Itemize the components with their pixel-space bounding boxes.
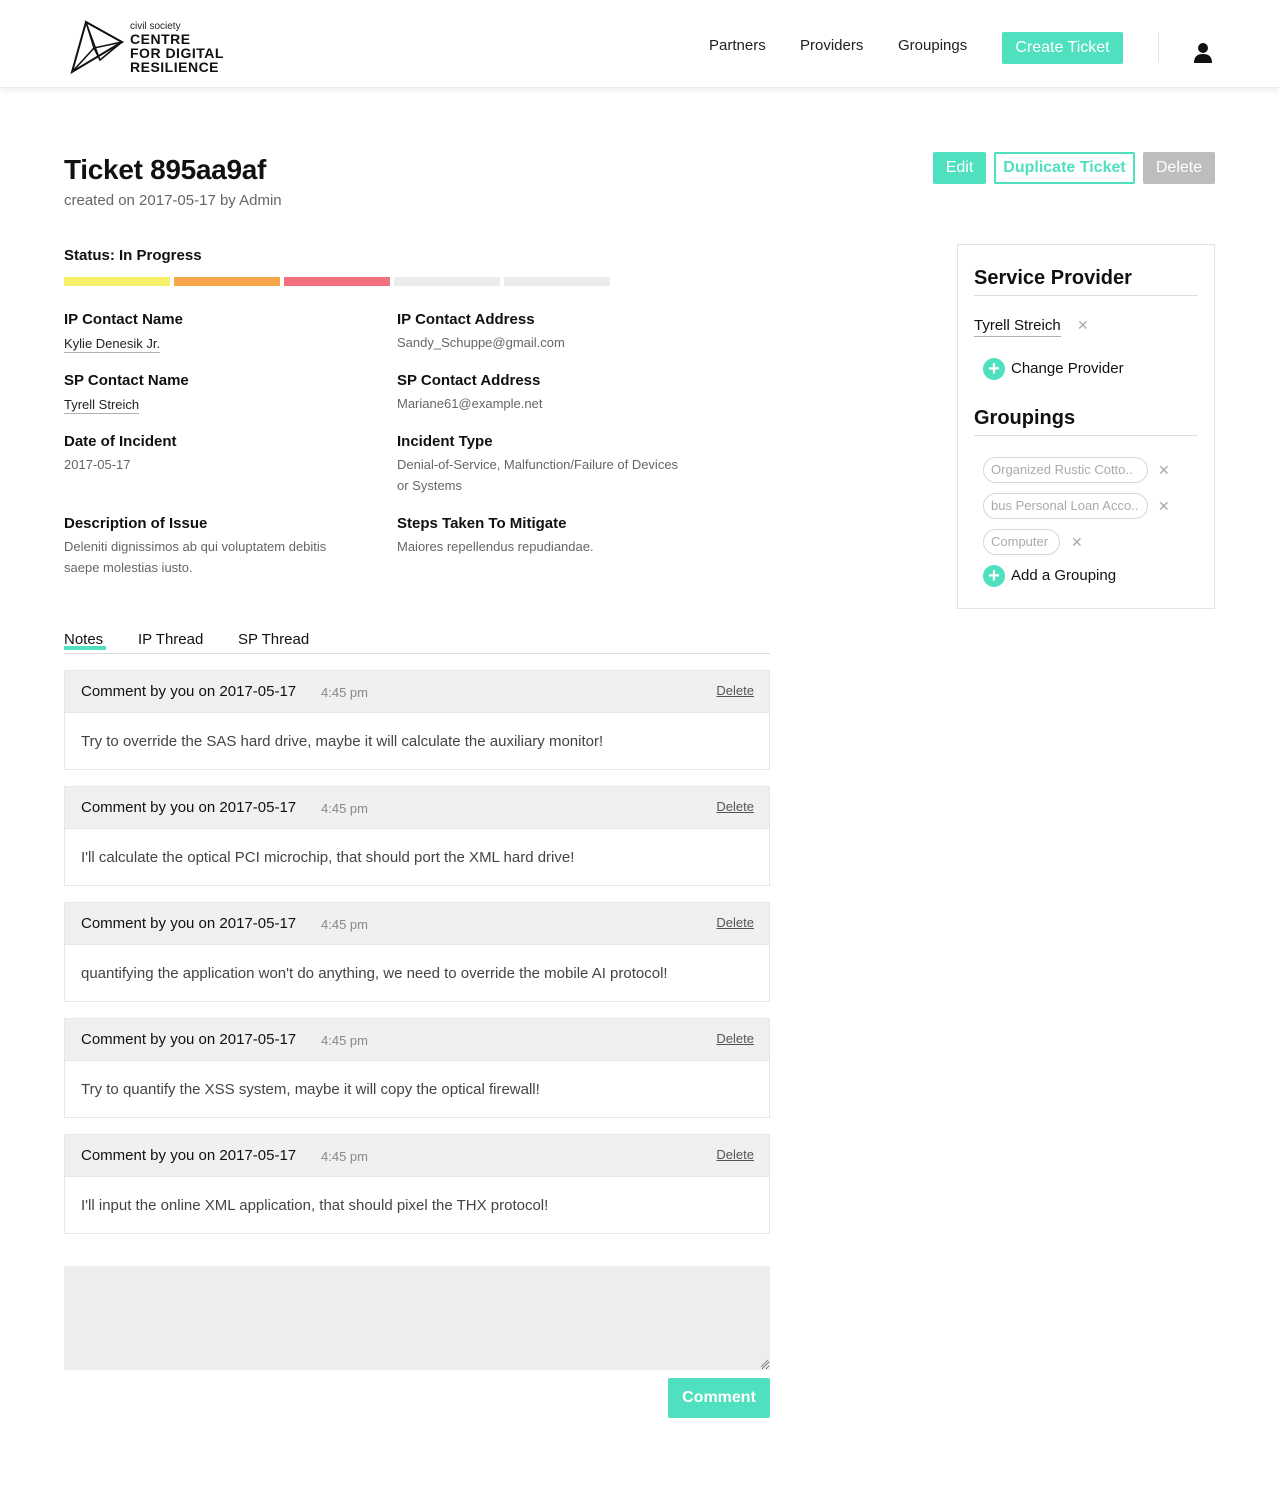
- incident-type-value-line-2: or Systems: [397, 478, 463, 493]
- brand-line-3: RESILIENCE: [130, 59, 220, 75]
- grouping-chip[interactable]: Computer: [983, 529, 1060, 555]
- divider: [974, 295, 1198, 296]
- comment-card: Comment by you on 2017-05-17 4:45 pm Del…: [64, 902, 770, 1002]
- grouping-chip[interactable]: Organized Rustic Cotto..: [983, 457, 1148, 483]
- comment-delete-link[interactable]: Delete: [716, 1147, 754, 1162]
- tab-ip-thread[interactable]: IP Thread: [138, 631, 203, 648]
- service-provider-heading: Service Provider: [974, 267, 1132, 289]
- top-navbar: civil society CENTRE FOR DIGITAL RESILIE…: [0, 0, 1279, 88]
- nav-groupings[interactable]: Groupings: [898, 37, 967, 54]
- comment-textarea[interactable]: [64, 1266, 770, 1370]
- comment-time: 4:45 pm: [321, 801, 368, 816]
- status-step-2: [174, 277, 280, 286]
- ticket-sidebar: Service Provider Tyrell Streich ✕ + Chan…: [957, 244, 1215, 609]
- edit-button[interactable]: Edit: [933, 152, 986, 184]
- logo-mark-icon: [70, 20, 125, 75]
- status-step-5: [504, 277, 610, 286]
- delete-ticket-button[interactable]: Delete: [1143, 152, 1215, 184]
- comment-text: Try to quantify the XSS system, maybe it…: [81, 1081, 540, 1098]
- active-tab-indicator: [64, 646, 106, 650]
- sp-contact-address-label: SP Contact Address: [397, 372, 541, 389]
- comment-text: I'll calculate the optical PCI microchip…: [81, 849, 575, 866]
- comment-text: quantifying the application won't do any…: [81, 965, 668, 982]
- comment-author: Comment by you on 2017-05-17: [81, 683, 297, 700]
- sp-contact-name-link[interactable]: Tyrell Streich: [64, 396, 140, 414]
- comment-text: Try to override the SAS hard drive, mayb…: [81, 733, 604, 750]
- nav-divider: [1158, 32, 1159, 62]
- comment-author: Comment by you on 2017-05-17: [81, 799, 297, 816]
- duplicate-ticket-button[interactable]: Duplicate Ticket: [994, 152, 1135, 184]
- date-of-incident-label: Date of Incident: [64, 433, 177, 450]
- status-step-3: [284, 277, 390, 286]
- comment-card: Comment by you on 2017-05-17 4:45 pm Del…: [64, 786, 770, 886]
- comment-time: 4:45 pm: [321, 1149, 368, 1164]
- comment-card: Comment by you on 2017-05-17 4:45 pm Del…: [64, 670, 770, 770]
- sp-contact-name-label: SP Contact Name: [64, 372, 189, 389]
- add-grouping-button[interactable]: Add a Grouping: [1011, 567, 1116, 584]
- groupings-heading: Groupings: [974, 407, 1076, 429]
- steps-taken-value: Maiores repellendus repudiandae.: [397, 539, 594, 554]
- ip-contact-address-label: IP Contact Address: [397, 311, 535, 328]
- ticket-meta: created on 2017-05-17 by Admin: [64, 192, 282, 209]
- date-of-incident-value: 2017-05-17: [64, 457, 131, 472]
- comment-time: 4:45 pm: [321, 917, 368, 932]
- tab-sp-thread[interactable]: SP Thread: [238, 631, 309, 648]
- add-icon[interactable]: +: [983, 358, 1005, 380]
- ip-contact-name-link[interactable]: Kylie Denesik Jr.: [64, 335, 161, 353]
- change-provider-button[interactable]: Change Provider: [1011, 360, 1124, 377]
- remove-grouping-icon[interactable]: ✕: [1158, 462, 1170, 479]
- comment-delete-link[interactable]: Delete: [716, 1031, 754, 1046]
- remove-provider-icon[interactable]: ✕: [1077, 317, 1089, 334]
- comment-card: Comment by you on 2017-05-17 4:45 pm Del…: [64, 1018, 770, 1118]
- comment-delete-link[interactable]: Delete: [716, 915, 754, 930]
- steps-taken-label: Steps Taken To Mitigate: [397, 515, 567, 532]
- description-label: Description of Issue: [64, 515, 208, 532]
- resize-grip-icon[interactable]: [759, 1358, 769, 1368]
- comment-header: Comment by you on 2017-05-17 4:45 pm Del…: [65, 1135, 769, 1177]
- create-ticket-button[interactable]: Create Ticket: [1002, 32, 1123, 64]
- description-value-line-1: Deleniti dignissimos ab qui voluptatem d…: [64, 539, 327, 554]
- comment-card: Comment by you on 2017-05-17 4:45 pm Del…: [64, 1134, 770, 1234]
- grouping-chip[interactable]: bus Personal Loan Acco..: [983, 493, 1148, 519]
- comment-delete-link[interactable]: Delete: [716, 683, 754, 698]
- remove-grouping-icon[interactable]: ✕: [1158, 498, 1170, 515]
- comment-header: Comment by you on 2017-05-17 4:45 pm Del…: [65, 903, 769, 945]
- brand-logo[interactable]: civil society CENTRE FOR DIGITAL RESILIE…: [70, 20, 230, 76]
- page-title: Ticket 895aa9af: [64, 154, 267, 185]
- status-step-4: [394, 277, 500, 286]
- status-label: Status: In Progress: [64, 247, 202, 264]
- nav-partners[interactable]: Partners: [709, 37, 766, 54]
- sp-contact-address-value: Mariane61@example.net: [397, 396, 543, 411]
- comment-time: 4:45 pm: [321, 685, 368, 700]
- status-step-1: [64, 277, 170, 286]
- ip-contact-name-label: IP Contact Name: [64, 311, 183, 328]
- comment-time: 4:45 pm: [321, 1033, 368, 1048]
- comment-author: Comment by you on 2017-05-17: [81, 915, 297, 932]
- comment-author: Comment by you on 2017-05-17: [81, 1147, 297, 1164]
- description-value-line-2: saepe molestias iusto.: [64, 560, 193, 575]
- incident-type-label: Incident Type: [397, 433, 493, 450]
- comment-header: Comment by you on 2017-05-17 4:45 pm Del…: [65, 671, 769, 713]
- divider: [974, 435, 1198, 436]
- comment-text: I'll input the online XML application, t…: [81, 1197, 549, 1214]
- incident-type-value-line-1: Denial-of-Service, Malfunction/Failure o…: [397, 457, 679, 472]
- comment-submit-button[interactable]: Comment: [668, 1378, 770, 1418]
- nav-providers[interactable]: Providers: [800, 37, 863, 54]
- comment-header: Comment by you on 2017-05-17 4:45 pm Del…: [65, 1019, 769, 1061]
- user-icon[interactable]: [1193, 42, 1213, 64]
- comment-author: Comment by you on 2017-05-17: [81, 1031, 297, 1048]
- comment-delete-link[interactable]: Delete: [716, 799, 754, 814]
- service-provider-link[interactable]: Tyrell Streich: [974, 316, 1061, 337]
- comment-header: Comment by you on 2017-05-17 4:45 pm Del…: [65, 787, 769, 829]
- remove-grouping-icon[interactable]: ✕: [1071, 534, 1083, 551]
- add-icon[interactable]: +: [983, 565, 1005, 587]
- tab-notes[interactable]: Notes: [64, 631, 106, 650]
- thread-tabs: Notes IP Thread SP Thread: [64, 631, 770, 654]
- ip-contact-address-value: Sandy_Schuppe@gmail.com: [397, 335, 565, 350]
